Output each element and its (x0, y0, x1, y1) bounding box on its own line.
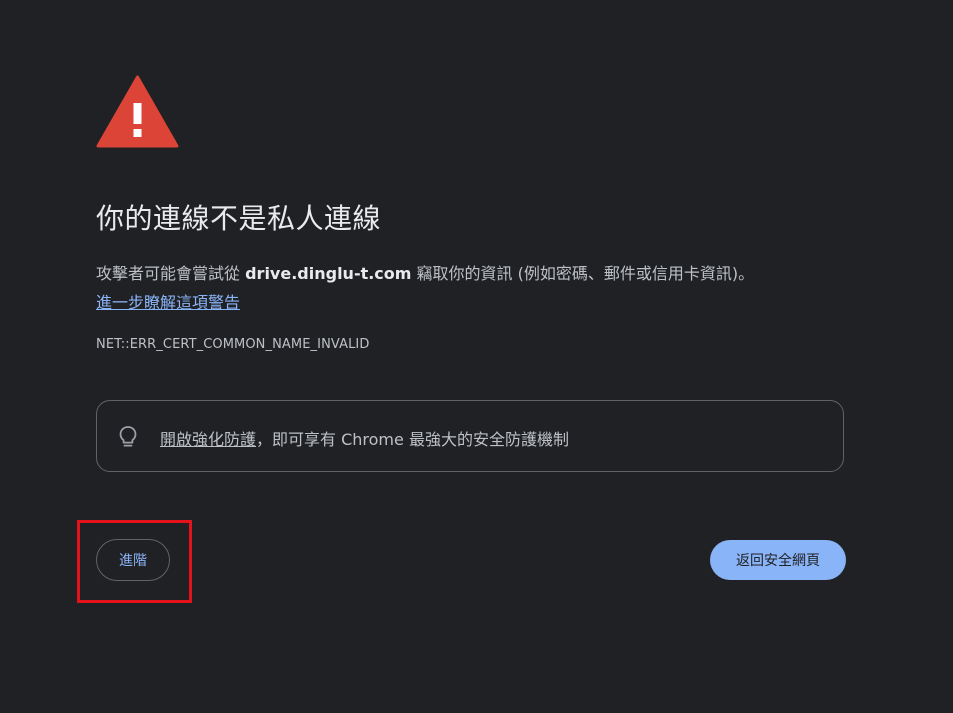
explanation-text: 攻擊者可能會嘗試從 drive.dinglu-t.com 竊取你的資訊 (例如密… (96, 259, 856, 317)
enhanced-protection-text: 開啟強化防護，即可享有 Chrome 最強大的安全防護機制 (160, 426, 569, 450)
enhanced-protection-promo: 開啟強化防護，即可享有 Chrome 最強大的安全防護機制 (96, 400, 844, 472)
warning-triangle-icon (96, 75, 179, 148)
domain-name: drive.dinglu-t.com (245, 264, 412, 283)
back-to-safety-button[interactable]: 返回安全網頁 (710, 540, 846, 580)
lightbulb-icon (119, 426, 137, 447)
explanation-prefix: 攻擊者可能會嘗試從 (96, 264, 246, 283)
enhanced-protection-link[interactable]: 開啟強化防護 (160, 430, 256, 449)
advanced-button[interactable]: 進階 (96, 539, 170, 581)
explanation-suffix: 竊取你的資訊 (例如密碼、郵件或信用卡資訊)。 (411, 264, 755, 283)
page-title: 你的連線不是私人連線 (96, 202, 382, 235)
learn-more-link[interactable]: 進一步瞭解這項警告 (96, 293, 240, 312)
error-code: NET::ERR_CERT_COMMON_NAME_INVALID (96, 337, 370, 352)
enhanced-protection-description: ，即可享有 Chrome 最強大的安全防護機制 (256, 430, 569, 449)
